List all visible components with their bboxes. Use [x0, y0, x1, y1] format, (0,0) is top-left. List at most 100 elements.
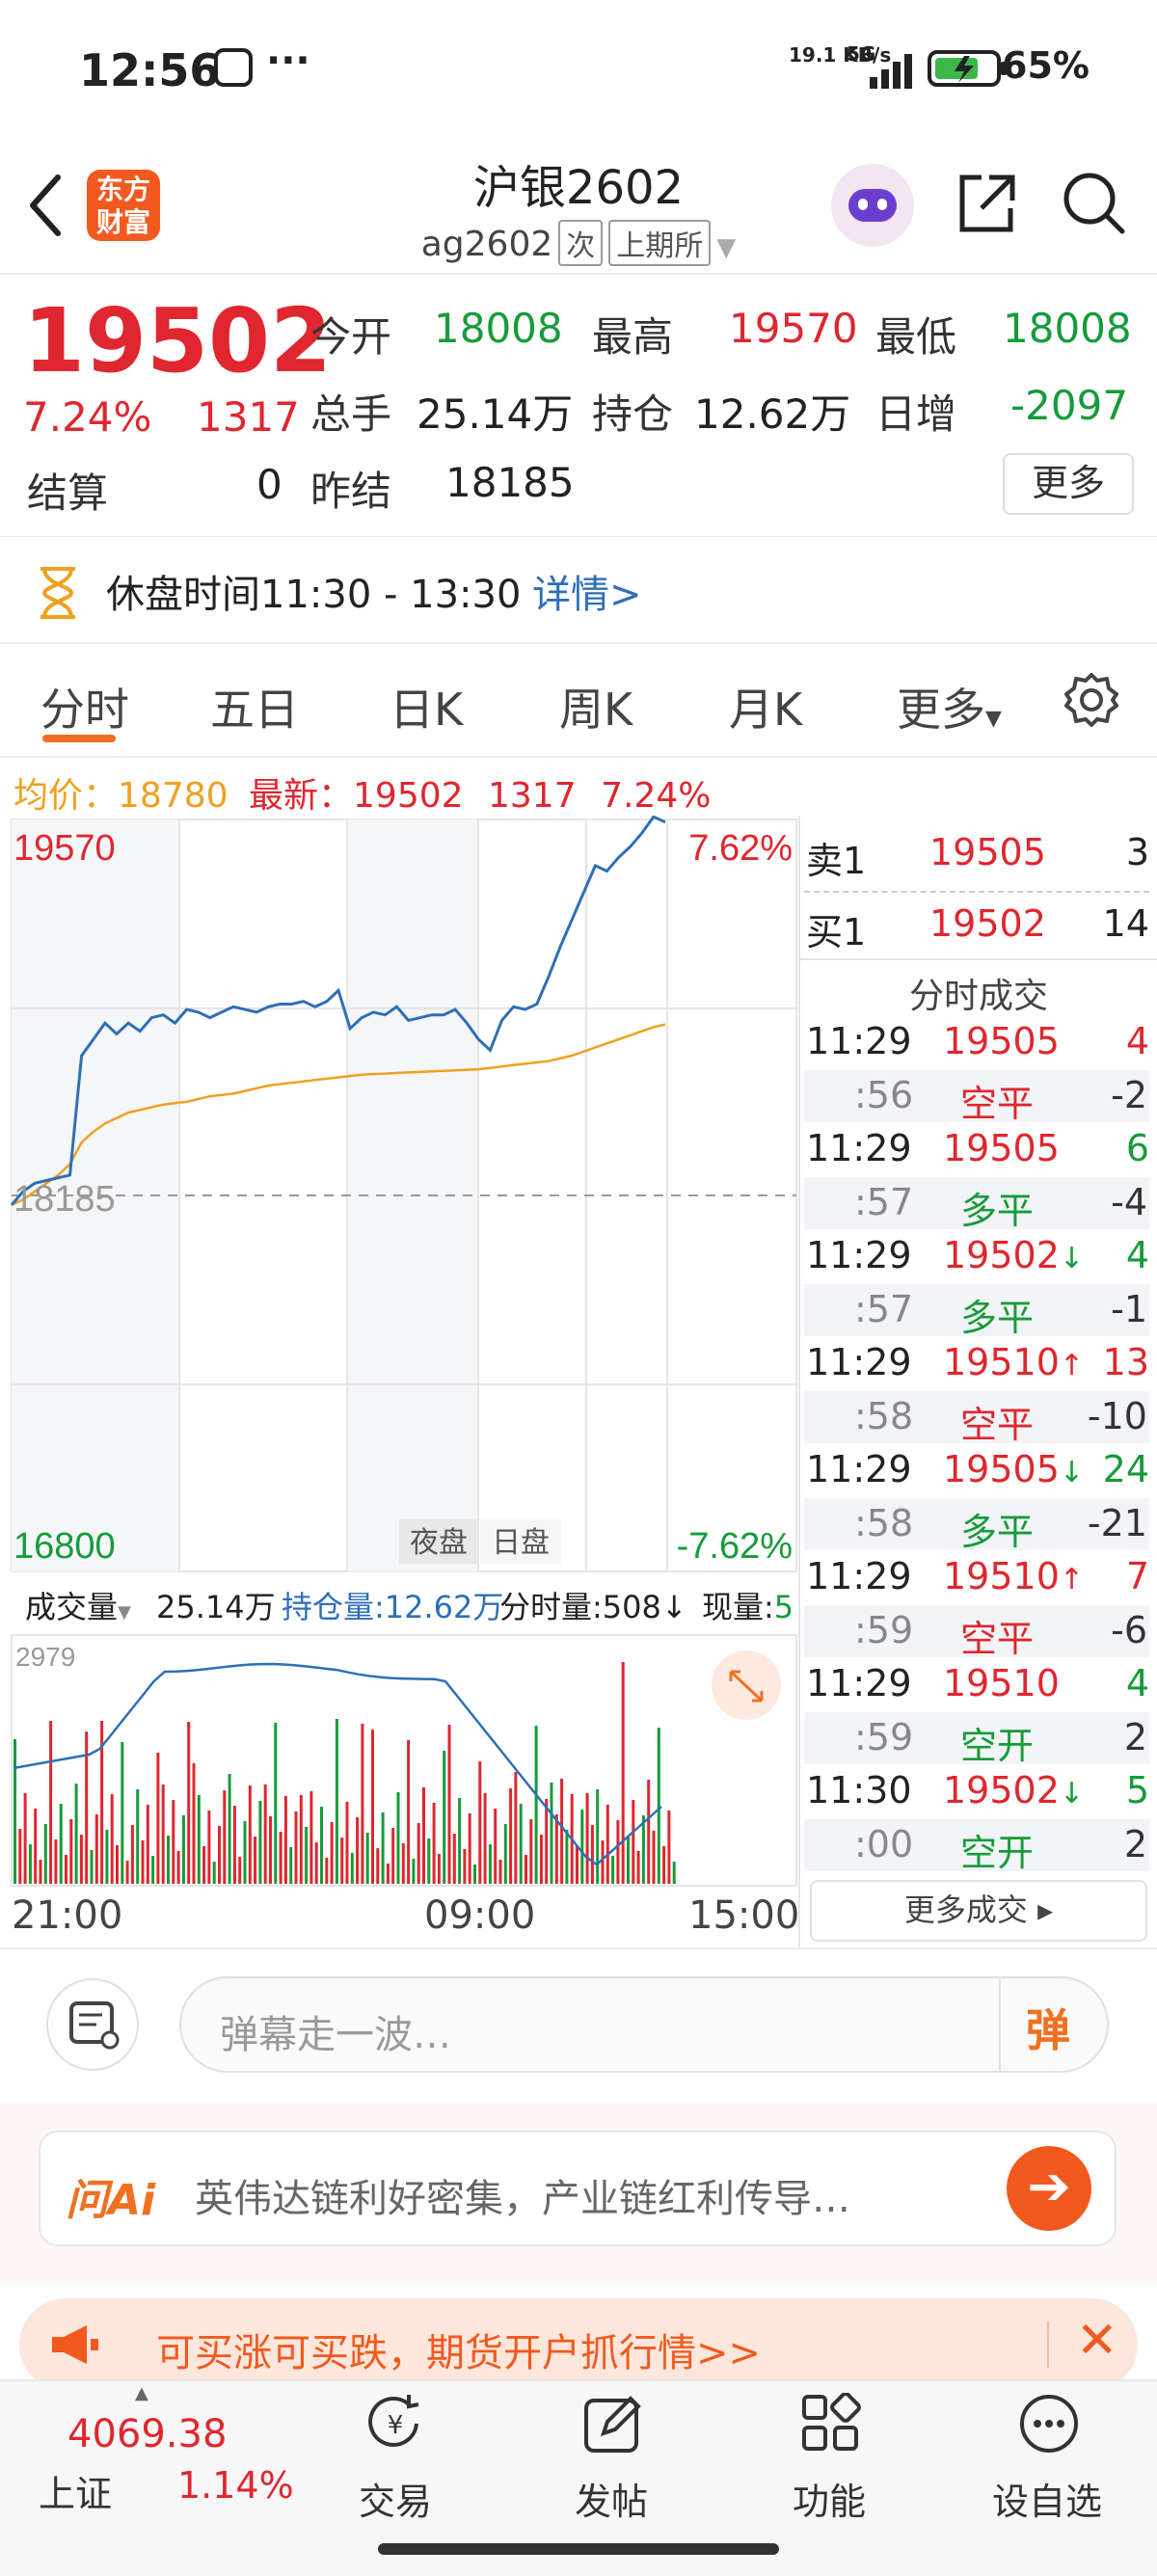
index-expand-icon[interactable]: ▲	[135, 2383, 148, 2403]
tag-next: 次	[558, 220, 604, 266]
hourglass-icon	[40, 567, 75, 619]
night-session-label[interactable]: 夜盘	[410, 1526, 468, 1560]
volume-bar	[43, 1824, 47, 1884]
tick-volume: 分时量:508↓	[499, 1589, 687, 1625]
volume-selector[interactable]: 成交量▼	[25, 1583, 131, 1627]
volume-bar	[452, 1834, 456, 1884]
more-dots-icon	[1020, 2395, 1078, 2453]
trade-row: 11:29 19505 6	[806, 1127, 1149, 1169]
ai-prompt-card[interactable]: 问Ai 英伟达链利好密集，产业链红利传导… ➔	[39, 2131, 1117, 2246]
tab-weekly[interactable]: 周K	[559, 675, 632, 738]
volume-bar	[283, 1796, 287, 1884]
ai-robot-icon[interactable]	[831, 164, 914, 247]
trade-qty: 7	[1125, 1555, 1149, 1597]
volume-bar	[340, 1838, 344, 1884]
nav-trade[interactable]: ¥ 交易	[289, 2391, 501, 2536]
volume-bar	[254, 1837, 257, 1884]
open-value: 18008	[434, 305, 563, 352]
current-volume: 现量:5	[702, 1589, 794, 1625]
day-session-label[interactable]: 日盘	[492, 1526, 550, 1560]
volume-bar	[632, 1800, 635, 1884]
volume-bar	[657, 1728, 660, 1884]
volume-bar	[554, 1814, 558, 1884]
volume-bar	[381, 1812, 385, 1884]
tab-5day[interactable]: 五日	[210, 675, 299, 738]
change-value: 1317	[197, 393, 300, 441]
volume-bar	[289, 1847, 293, 1884]
volume-bar	[545, 1799, 549, 1884]
volume-label: 总手	[310, 390, 392, 438]
ai-go-button[interactable]: ➔	[1007, 2146, 1091, 2231]
more-trades-button[interactable]: 更多成交 ▸	[810, 1880, 1147, 1942]
volume-bar	[105, 1830, 109, 1884]
nav-functions[interactable]: 功能	[723, 2391, 935, 2536]
tab-daily[interactable]: 日K	[390, 675, 463, 738]
intraday-chart[interactable]: 19570 18185 16800 7.62% -7.62% 夜盘 日盘	[0, 816, 800, 1573]
trade-detail-row: :58 空平 -10	[804, 1391, 1149, 1446]
trade-price: 19505	[943, 1127, 1060, 1169]
trade-detail-row: :58 多平 -21	[804, 1498, 1149, 1553]
volume-bar	[596, 1789, 600, 1884]
volume-bar	[576, 1845, 578, 1884]
volume-bar	[125, 1861, 129, 1884]
volume-bar	[396, 1792, 400, 1884]
edit-post-icon	[584, 2396, 641, 2453]
nav-post[interactable]: 发帖	[505, 2391, 717, 2536]
trade-time: 11:29	[806, 1127, 912, 1169]
volume-bar	[13, 1739, 16, 1884]
volume-bar	[550, 1783, 553, 1884]
volume-bar	[269, 1816, 272, 1884]
tab-monthly[interactable]: 月K	[729, 675, 802, 738]
search-icon[interactable]	[1061, 170, 1128, 237]
tag-exchange: 上期所	[608, 220, 712, 266]
volume-bar	[350, 1853, 354, 1884]
book-bottom-line	[800, 958, 1157, 960]
danmaku-settings-button[interactable]	[46, 1978, 139, 2071]
svg-text:¥: ¥	[388, 2411, 404, 2440]
details-link[interactable]: 详情>	[532, 563, 642, 619]
trade-row: 11:29 19505 4	[806, 1020, 1149, 1062]
promo-close-icon[interactable]: ✕	[1076, 2312, 1118, 2370]
oi-change-value: -2097	[1010, 382, 1129, 429]
trade-detail-row: :57 多平 -1	[804, 1284, 1149, 1339]
share-icon[interactable]	[955, 172, 1018, 235]
tab-intraday[interactable]: 分时	[40, 675, 129, 738]
settings-gear-icon[interactable]	[1063, 671, 1120, 729]
ai-prompt-text: 英伟达链利好密集，产业链红利传导…	[195, 2177, 850, 2221]
volume-bar	[69, 1819, 73, 1884]
trade-price: 19510	[943, 1662, 1060, 1704]
bid-row: 买1 19502 14	[806, 902, 1149, 953]
nav-add-watchlist[interactable]: 设自选	[941, 2391, 1153, 2536]
tab-more[interactable]: 更多▼	[897, 675, 1002, 738]
volume-bar	[386, 1864, 390, 1884]
volume-chart[interactable]: 2979	[0, 1633, 800, 1888]
volume-bar	[232, 1806, 236, 1884]
volume-bar	[141, 1840, 145, 1884]
oi-label: 持仓	[592, 390, 674, 438]
nav-trade-label: 交易	[358, 2481, 432, 2523]
trade-oi-change: -1	[1111, 1288, 1147, 1330]
danmaku-input[interactable]: 弹幕走一波… 弹	[179, 1976, 1109, 2073]
volume-bar	[585, 1793, 589, 1884]
volume-bar	[314, 1842, 318, 1884]
trade-oi-change: -4	[1111, 1181, 1147, 1223]
volume-bar	[580, 1810, 584, 1884]
trade-row: 11:29 19502↓ 4	[806, 1234, 1149, 1276]
volume-bar	[330, 1822, 334, 1884]
more-quote-button[interactable]: 更多	[1003, 453, 1134, 515]
danmaku-send-button[interactable]: 弹	[1026, 1996, 1070, 2059]
last-price: 19502	[23, 289, 333, 392]
promo-banner[interactable]: 可买涨可买跌，期货开户抓行情>> ✕	[19, 2298, 1138, 2391]
index-value[interactable]: 4069.38	[67, 2412, 227, 2456]
volume-bar	[59, 1804, 63, 1884]
index-pct: 1.14%	[177, 2464, 294, 2507]
volume-bar	[279, 1832, 283, 1884]
trade-oi-change: -21	[1087, 1502, 1147, 1544]
volume-bar	[488, 1844, 492, 1884]
volume-bar	[65, 1855, 67, 1884]
trade-detail-row: :56 空平 -2	[804, 1070, 1149, 1125]
settle-label: 结算	[27, 470, 109, 517]
volume-bar	[18, 1829, 22, 1884]
volume-bar	[422, 1787, 425, 1884]
volume-bar	[90, 1850, 94, 1884]
